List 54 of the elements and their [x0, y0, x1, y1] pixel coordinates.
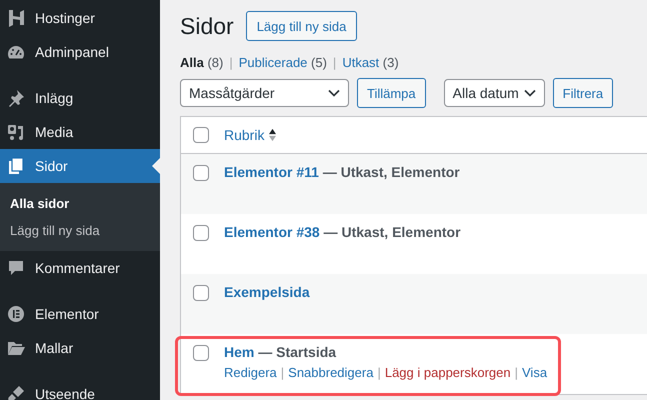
menu-item[interactable]: Hostinger [0, 1, 160, 35]
separator: | [377, 365, 381, 380]
pages-icon [7, 157, 25, 175]
submenu-item[interactable]: Alla sidor [0, 190, 70, 217]
page-title-link[interactable]: Hem [224, 344, 254, 360]
date-dropdown[interactable]: Alla datum [444, 79, 545, 107]
page-title: Sidor [180, 12, 234, 40]
row-action-link[interactable]: Snabbredigera [288, 365, 374, 380]
gauge-icon [7, 43, 25, 61]
sort-arrows-icon [268, 128, 278, 142]
letter-h-logo-icon [7, 9, 25, 27]
trash-link[interactable]: Lägg i papperskorgen [384, 365, 511, 380]
page-title-link[interactable]: Exempelsida [224, 284, 310, 300]
filter-button[interactable]: Filtrera [552, 78, 614, 108]
menu-item[interactable]: Elementor [0, 297, 160, 331]
menu-item[interactable]: Inlägg [0, 81, 160, 115]
menu-item[interactable]: Kommentarer [0, 251, 160, 285]
separator: | [332, 55, 336, 70]
filter-link[interactable]: Alla (8) [180, 55, 224, 70]
paintbrush-icon [7, 385, 25, 400]
menu-item[interactable]: Utseende [0, 377, 160, 400]
checkbox[interactable] [193, 285, 209, 301]
folder-icon [7, 339, 25, 357]
page-title-link[interactable]: Elementor #11 [224, 164, 319, 180]
chevron-down-icon [328, 89, 340, 97]
checkbox[interactable] [193, 165, 209, 181]
filter-link[interactable]: Utkast (3) [342, 55, 399, 70]
page-state-label: — Utkast, Elementor [322, 164, 460, 180]
checkbox[interactable] [193, 225, 209, 241]
apply-button[interactable]: Tillämpa [357, 78, 426, 108]
separator: | [229, 55, 233, 70]
separator: | [280, 365, 284, 380]
bulk-actions-dropdown[interactable]: Massåtgärder [180, 79, 349, 107]
page-state-label: — Utkast, Elementor [322, 224, 461, 240]
row-action-link[interactable]: Visa [522, 365, 548, 380]
menu-item[interactable]: Media [0, 115, 160, 149]
column-header[interactable]: Rubrik [224, 127, 264, 143]
menu-item[interactable]: Sidor [0, 149, 160, 183]
media-icon [7, 123, 25, 141]
separator: | [514, 365, 518, 380]
pushpin-icon [7, 89, 25, 107]
menu-item[interactable]: Adminpanel [0, 35, 160, 69]
row-action-link[interactable]: Redigera [224, 365, 277, 380]
page-state-label: — Startsida [257, 344, 336, 360]
menu-item[interactable]: Mallar [0, 331, 160, 365]
submenu-item[interactable]: Lägg till ny sida [0, 217, 100, 244]
checkbox[interactable] [193, 127, 209, 143]
add-new-page-button[interactable]: Lägg till ny sida [246, 11, 358, 41]
checkbox[interactable] [193, 345, 209, 361]
chevron-down-icon [524, 89, 536, 97]
circle-e-logo-icon [7, 305, 25, 323]
page-title-link[interactable]: Elementor #38 [224, 224, 320, 240]
filter-link[interactable]: Publicerade (5) [238, 55, 327, 70]
speech-bubble-icon [7, 259, 25, 277]
